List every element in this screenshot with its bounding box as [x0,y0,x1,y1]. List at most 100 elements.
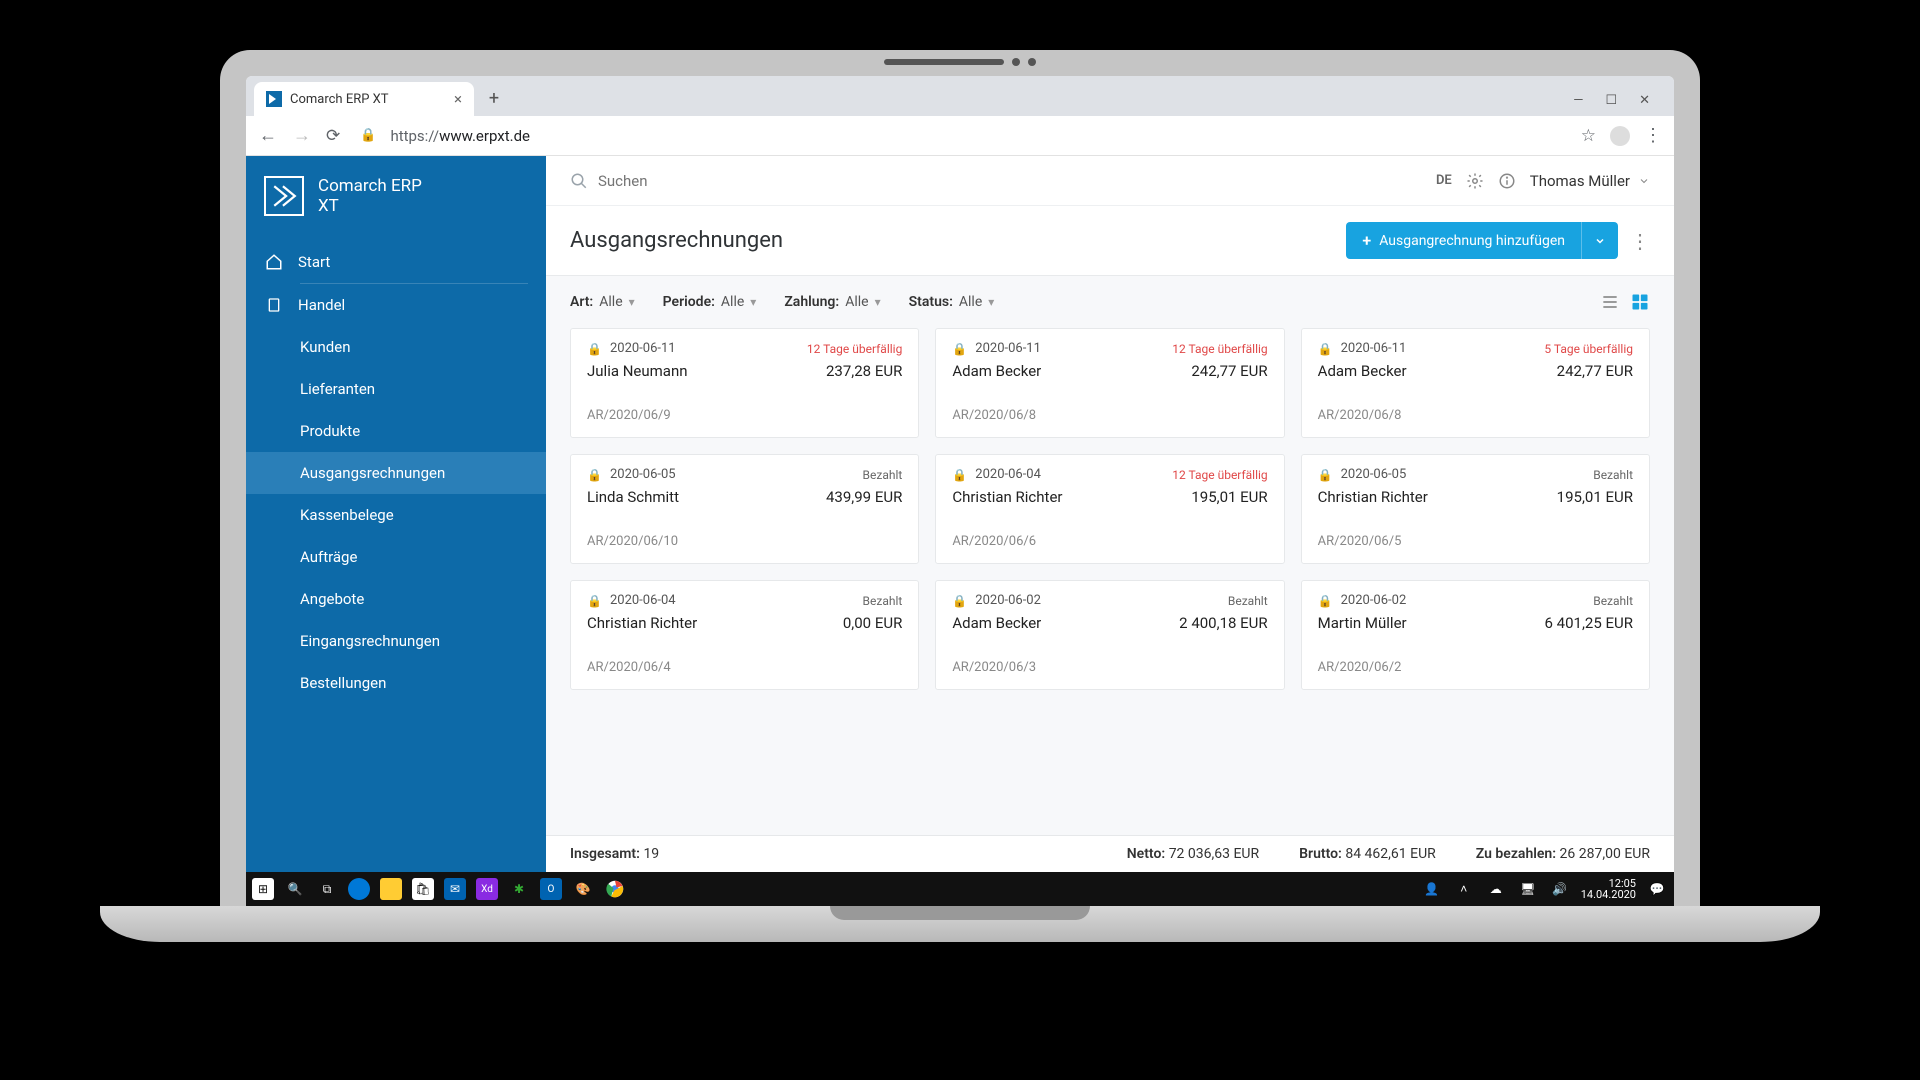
add-invoice-button[interactable]: + Ausgangrechnung hinzufügen [1346,222,1618,259]
taskbar-clock[interactable]: 12:05 14.04.2020 [1581,878,1636,900]
invoice-card[interactable]: 🔒2020-06-115 Tage überfälligAdam Becker2… [1301,328,1650,438]
chrome-icon[interactable] [604,878,626,900]
lock-icon: 🔒 [952,342,967,356]
favicon-icon [266,91,282,107]
url-field[interactable]: https://www.erpxt.de [390,127,1566,145]
invoice-card[interactable]: 🔒 2020-06-02 Bezahlt Adam Becker 2 400,18 EU… [935,580,1284,690]
new-tab-button[interactable]: + [480,84,508,112]
invoice-date: 2020-06-02 [975,593,1041,608]
sidebar-item-eingangsrechnungen[interactable]: Eingangsrechnungen [246,620,546,662]
tab-close-icon[interactable]: × [454,90,462,108]
paint-icon[interactable]: 🎨 [572,878,594,900]
browser-tab-strip: Comarch ERP XT × + — ☐ ✕ [246,76,1674,116]
tray-cloud-icon[interactable]: ☁ [1485,878,1507,900]
invoice-customer: Christian Richter [952,488,1062,506]
invoice-card[interactable]: 🔒2020-06-0412 Tage überfälligChristian R… [935,454,1284,564]
invoice-card[interactable]: 🔒2020-06-04BezahltChristian Richter0,00 … [570,580,919,690]
window-maximize-icon[interactable]: ☐ [1605,93,1617,108]
view-grid-icon[interactable] [1630,292,1650,312]
outlook-icon[interactable]: O [540,878,562,900]
profile-avatar[interactable] [1610,126,1630,146]
sidebar-item-kassenbelege[interactable]: Kassenbelege [246,494,546,536]
filter-bar: Art:Alle ▾ Periode:Alle ▾ Zahlung:Alle ▾ [546,276,1674,322]
invoice-status: 5 Tage überfällig [1544,342,1633,356]
invoice-status: 12 Tage überfällig [1172,468,1267,482]
search-input[interactable] [598,172,1422,190]
filter-art[interactable]: Art:Alle ▾ [570,294,635,310]
tray-people-icon[interactable]: 👤 [1421,878,1443,900]
browser-menu-icon[interactable]: ⋮ [1644,125,1662,146]
invoice-card[interactable]: 🔒2020-06-05BezahltLinda Schmitt439,99 EU… [570,454,919,564]
sidebar-item-start[interactable]: Start [246,241,546,283]
chevron-down-icon [1638,175,1650,187]
bookmark-star-icon[interactable]: ☆ [1581,126,1596,146]
tray-network-icon[interactable]: 🖥 [1517,878,1539,900]
invoice-date: 2020-06-02 [1341,593,1407,608]
brand: Comarch ERP XT [246,156,546,241]
lock-icon: 🔒 [1318,342,1333,356]
explorer-icon[interactable] [380,878,402,900]
sidebar-item-lieferanten[interactable]: Lieferanten [246,368,546,410]
taskbar-search-icon[interactable]: 🔍 [284,878,306,900]
invoice-amount: 6 401,25 EUR [1545,614,1633,632]
filter-status[interactable]: Status:Alle ▾ [909,294,995,310]
invoice-date: 2020-06-11 [975,341,1041,356]
info-icon[interactable] [1498,172,1516,190]
invoice-status: Bezahlt [1593,594,1633,608]
sidebar-item-angebote[interactable]: Angebote [246,578,546,620]
action-center-icon[interactable]: 💬 [1646,878,1668,900]
sidebar-item-bestellungen[interactable]: Bestellungen [246,662,546,704]
invoice-ref: AR/2020/06/8 [952,408,1267,423]
settings-icon[interactable] [1466,172,1484,190]
sidebar-item-produkte[interactable]: Produkte [246,410,546,452]
store-icon[interactable]: 🛍 [412,878,434,900]
invoice-customer: Linda Schmitt [587,488,679,506]
invoice-card[interactable]: 🔒2020-06-1112 Tage überfälligAdam Becker… [935,328,1284,438]
invoice-ref: AR/2020/06/4 [587,660,902,675]
lock-icon: 🔒 [952,594,967,608]
browser-tab[interactable]: Comarch ERP XT × [254,82,474,116]
window-close-icon[interactable]: ✕ [1639,93,1650,108]
invoice-date: 2020-06-05 [1341,467,1407,482]
add-invoice-dropdown[interactable] [1581,222,1618,259]
lock-icon: 🔒 [952,468,967,482]
invoice-customer: Adam Becker [952,614,1041,632]
sidebar-item-aufträge[interactable]: Aufträge [246,536,546,578]
filter-zahlung[interactable]: Zahlung:Alle ▾ [784,294,880,310]
invoice-date: 2020-06-11 [1341,341,1407,356]
tray-volume-icon[interactable]: 🔊 [1549,878,1571,900]
invoice-date: 2020-06-05 [610,467,676,482]
view-list-icon[interactable] [1600,292,1620,312]
back-button[interactable]: ← [258,125,278,146]
invoice-amount: 2 400,18 EUR [1179,614,1267,632]
more-actions-icon[interactable]: ⋮ [1630,229,1650,253]
invoice-amount: 195,01 EUR [1557,488,1633,506]
document-icon [264,296,284,314]
edge-icon[interactable] [348,878,370,900]
invoice-card[interactable]: 🔒2020-06-05BezahltChristian Richter195,0… [1301,454,1650,564]
task-view-icon[interactable]: ⧉ [316,878,338,900]
filter-periode[interactable]: Periode:Alle ▾ [663,294,757,310]
mail-icon[interactable]: ✉ [444,878,466,900]
window-minimize-icon[interactable]: — [1573,93,1583,108]
brand-logo-icon [264,176,304,216]
reload-button[interactable]: ⟳ [326,126,340,146]
forward-button[interactable]: → [292,125,312,146]
user-menu[interactable]: Thomas Müller [1530,172,1650,190]
sidebar-item-ausgangsrechnungen[interactable]: Ausgangsrechnungen [246,452,546,494]
invoice-customer: Christian Richter [1318,488,1428,506]
language-switch[interactable]: DE [1436,173,1452,188]
start-menu-icon[interactable]: ⊞ [252,878,274,900]
tray-chevron-icon[interactable]: ˄ [1453,878,1475,900]
invoice-customer: Adam Becker [952,362,1041,380]
chevron-down-icon: ▾ [988,295,994,309]
sidebar-item-kunden[interactable]: Kunden [246,326,546,368]
invoice-card[interactable]: 🔒2020-06-1112 Tage überfälligJulia Neuma… [570,328,919,438]
invoice-amount: 0,00 EUR [843,614,902,632]
xd-icon[interactable]: Xd [476,878,498,900]
summary-bar: Insgesamt: 19 Netto: 72 036,63 EUR Brutt… [546,835,1674,872]
invoice-card[interactable]: 🔒2020-06-02BezahltMartin Müller6 401,25 … [1301,580,1650,690]
app-icon[interactable]: ✱ [508,878,530,900]
invoice-status: Bezahlt [1228,594,1268,608]
sidebar-item-handel[interactable]: Handel [246,284,546,326]
